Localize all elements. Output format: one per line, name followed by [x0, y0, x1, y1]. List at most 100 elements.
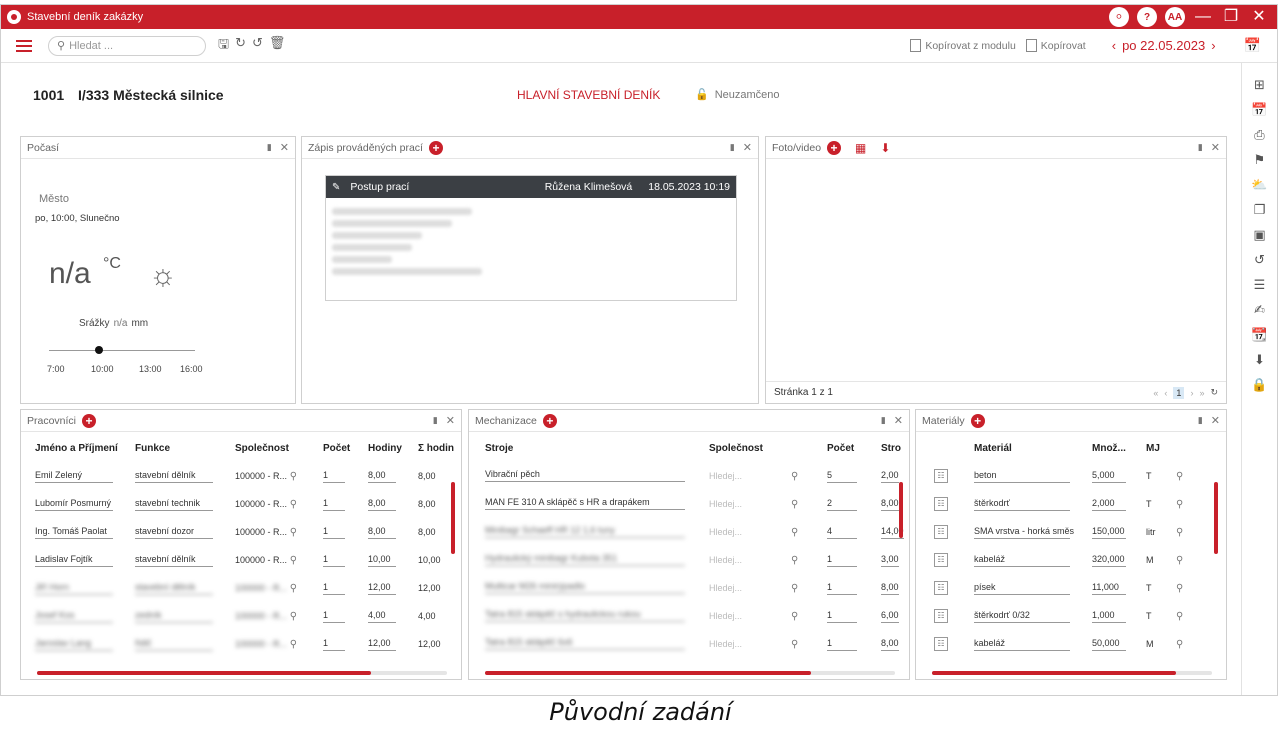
worker-role[interactable]: stavební dělník: [135, 582, 213, 595]
user-avatar[interactable]: AA: [1165, 7, 1185, 27]
schedule-icon[interactable]: 📆: [1251, 327, 1267, 343]
search-icon[interactable]: ⚲: [1176, 499, 1183, 510]
machine-name[interactable]: Hydraulický minibagr Kubota 351: [485, 553, 685, 566]
document-icon[interactable]: ☷: [934, 525, 948, 539]
machine-count[interactable]: 1: [827, 582, 857, 595]
prev-page-icon[interactable]: ‹: [1164, 388, 1167, 398]
worker-role[interactable]: stavební dělník: [135, 470, 213, 483]
machine-hours[interactable]: 8,00: [881, 498, 899, 511]
machine-hours[interactable]: 6,00: [881, 610, 899, 623]
worker-company[interactable]: 100000 - R...: [235, 499, 287, 509]
col-material[interactable]: Materiál: [974, 434, 1092, 462]
worker-count[interactable]: 1: [323, 526, 345, 539]
machine-company-input[interactable]: Hledej...: [709, 499, 742, 509]
copy-from-module-button[interactable]: Kopírovat z modulu: [910, 39, 1016, 52]
material-name[interactable]: štěrkodrť 0/32: [974, 610, 1070, 623]
machine-company-input[interactable]: Hledej...: [709, 639, 742, 649]
material-quantity[interactable]: 50,000: [1092, 638, 1126, 651]
material-name[interactable]: štěrkodrť: [974, 498, 1070, 511]
lock-icon[interactable]: 🔒: [1251, 377, 1267, 393]
table-row[interactable]: ☷ beton 5,000 T ⚲: [934, 462, 1196, 490]
pin-icon[interactable]: ▮: [433, 415, 438, 426]
search-icon[interactable]: ⚲: [791, 527, 798, 538]
table-row[interactable]: ☷ štěrkodrť 0/32 1,000 T ⚲: [934, 602, 1196, 630]
search-icon[interactable]: ⚲: [1176, 639, 1183, 650]
table-row[interactable]: Multicar M26 minirýpadlo Hledej... ⚲ 1 8,00: [485, 574, 904, 602]
vertical-scrollbar[interactable]: [451, 482, 455, 554]
table-row[interactable]: Ladislav Fojtík stavební dělník 100000 - R…: [35, 546, 454, 574]
close-icon[interactable]: ✕: [446, 414, 455, 427]
col-count[interactable]: Počet: [323, 434, 368, 462]
log-entry-card[interactable]: ✎ Postup prací Růžena Klimešová 18.05.20…: [325, 175, 737, 301]
close-icon[interactable]: ✕: [280, 141, 289, 154]
pin-icon[interactable]: ▮: [1198, 142, 1203, 153]
table-row[interactable]: ☷ SMA vrstva - horká směs 150,000 litr ⚲: [934, 518, 1196, 546]
worker-count[interactable]: 1: [323, 582, 345, 595]
notifications-button[interactable]: ⚪: [1109, 7, 1129, 27]
vertical-scrollbar[interactable]: [1214, 482, 1218, 554]
worker-hours[interactable]: 8,00: [368, 470, 396, 483]
pin-icon[interactable]: ▮: [1198, 415, 1203, 426]
worker-count[interactable]: 1: [323, 470, 345, 483]
document-icon[interactable]: ☷: [934, 581, 948, 595]
table-row[interactable]: Hydraulický minibagr Kubota 351 Hledej...…: [485, 546, 904, 574]
material-quantity[interactable]: 2,000: [1092, 498, 1126, 511]
pin-icon[interactable]: ▮: [730, 142, 735, 153]
menu-icon[interactable]: [16, 39, 32, 52]
table-row[interactable]: Jaroslav Lang řidič 100000 - R... ⚲ 1 12,00 1…: [35, 630, 454, 658]
search-input[interactable]: ⚲ Hledat ...: [48, 35, 206, 56]
table-row[interactable]: Ing. Tomáš Paolat stavební dozor 100000 - …: [35, 518, 454, 546]
calendar-icon[interactable]: 📅: [1244, 37, 1261, 54]
machine-hours[interactable]: 8,00: [881, 638, 899, 651]
worker-name[interactable]: Jiří Horn: [35, 582, 113, 595]
next-day-icon[interactable]: ›: [1211, 38, 1215, 53]
worker-company[interactable]: 100000 - R...: [235, 611, 287, 621]
col-machine[interactable]: Stroje: [485, 434, 709, 462]
time-slider-track[interactable]: [49, 350, 195, 351]
search-icon[interactable]: ⚲: [791, 639, 798, 650]
worker-name[interactable]: Lubomír Posmurný: [35, 498, 113, 511]
copy-button[interactable]: Kopírovat: [1025, 39, 1086, 52]
col-company[interactable]: Společnost: [709, 434, 791, 462]
search-icon[interactable]: ⚲: [287, 639, 297, 650]
pin-icon[interactable]: ▮: [267, 142, 272, 153]
material-quantity[interactable]: 320,000: [1092, 554, 1126, 567]
next-page-icon[interactable]: ›: [1190, 388, 1193, 398]
search-icon[interactable]: ⚲: [1176, 555, 1183, 566]
machine-company-input[interactable]: Hledej...: [709, 471, 742, 481]
download-icon[interactable]: ⬇: [880, 141, 890, 155]
prev-day-icon[interactable]: ‹: [1112, 38, 1116, 53]
material-quantity[interactable]: 1,000: [1092, 610, 1126, 623]
search-icon[interactable]: ⚲: [287, 499, 297, 510]
col-quantity[interactable]: Množ...: [1092, 434, 1146, 462]
search-icon[interactable]: ⚲: [287, 471, 297, 482]
document-icon[interactable]: ☷: [934, 469, 948, 483]
worker-hours[interactable]: 8,00: [368, 526, 396, 539]
history-icon[interactable]: ↺: [1254, 252, 1265, 268]
help-button[interactable]: ?: [1137, 7, 1157, 27]
search-icon[interactable]: ⚲: [287, 555, 297, 566]
material-name[interactable]: SMA vrstva - horká směs: [974, 526, 1074, 539]
vertical-scrollbar[interactable]: [899, 482, 903, 538]
worker-role[interactable]: stavební technik: [135, 498, 213, 511]
col-role[interactable]: Funkce: [135, 434, 235, 462]
delete-icon[interactable]: 🗑: [269, 35, 286, 57]
search-icon[interactable]: ⚲: [1176, 611, 1183, 622]
search-icon[interactable]: ⚲: [791, 555, 798, 566]
worker-name[interactable]: Ing. Tomáš Paolat: [35, 526, 113, 539]
pin-icon[interactable]: ▮: [881, 415, 886, 426]
worker-role[interactable]: zedník: [135, 610, 213, 623]
search-icon[interactable]: ⚲: [287, 611, 297, 622]
worker-name[interactable]: Emil Zelený: [35, 470, 113, 483]
table-row[interactable]: MAN FE 310 A sklápěč s HR a drapákem Hled…: [485, 490, 904, 518]
close-icon[interactable]: ✕: [894, 414, 903, 427]
worker-hours[interactable]: 12,00: [368, 638, 396, 651]
material-name[interactable]: kabeláž: [974, 638, 1070, 651]
document-icon[interactable]: ☷: [934, 497, 948, 511]
close-icon[interactable]: ✕: [1211, 141, 1220, 154]
machine-hours[interactable]: 2,00: [881, 470, 899, 483]
search-icon[interactable]: ⚲: [791, 499, 798, 510]
worker-hours[interactable]: 10,00: [368, 554, 396, 567]
col-unit[interactable]: MJ: [1146, 434, 1176, 462]
search-icon[interactable]: ⚲: [1176, 583, 1183, 594]
